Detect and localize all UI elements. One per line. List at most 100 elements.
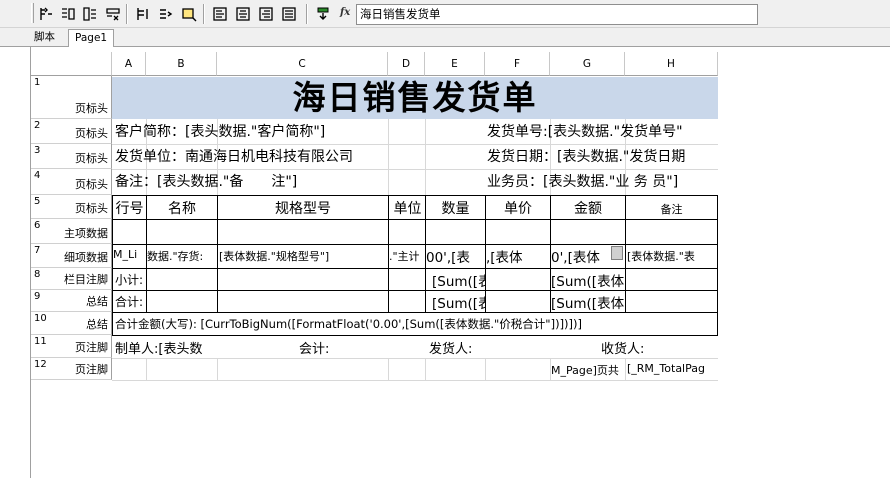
row-header[interactable]: 1 页标头	[31, 76, 112, 119]
row-number: 9	[34, 291, 41, 302]
align-right-icon[interactable]	[256, 4, 276, 24]
row-band-label: 页标头	[75, 127, 108, 140]
row-header[interactable]: 6 主项数据	[31, 219, 112, 244]
col-header-a[interactable]: A	[112, 52, 146, 76]
row-header[interactable]: 5 页标头	[31, 195, 112, 219]
row-header[interactable]: 8 栏目注脚	[31, 268, 112, 290]
toolbar: fx 海日销售发货单	[0, 0, 890, 28]
shipper-field[interactable]: 发货单位：南通海日机电科技有限公司	[115, 147, 353, 167]
row-number: 10	[34, 313, 47, 324]
table-header-line-no[interactable]: 行号	[113, 198, 146, 218]
accountant-label[interactable]: 会计:	[299, 338, 329, 357]
table-border	[112, 268, 718, 269]
col-header-d[interactable]: D	[388, 52, 425, 76]
row-header[interactable]: 4 页标头	[31, 169, 112, 195]
row-number: 12	[34, 359, 47, 370]
tab-page1[interactable]: Page1	[68, 29, 115, 48]
table-header-price[interactable]: 单价	[486, 198, 550, 218]
row-number: 2	[34, 120, 41, 131]
table-header-name[interactable]: 名称	[147, 198, 217, 218]
row-header[interactable]: 11 页注脚	[31, 335, 112, 358]
insert-cells-icon[interactable]	[80, 4, 100, 24]
table-border	[112, 219, 718, 220]
grid-line	[112, 144, 718, 145]
col-header-c[interactable]: C	[217, 52, 388, 76]
fx-icon: fx	[340, 7, 351, 18]
align-left-icon[interactable]	[210, 4, 230, 24]
table-border	[112, 335, 718, 336]
row-number: 7	[34, 245, 41, 256]
tab-bar: 脚本 Page1	[0, 28, 890, 48]
col-header-f[interactable]: F	[485, 52, 550, 76]
insert-column-icon[interactable]	[58, 4, 78, 24]
detail-price[interactable]: ,[表体	[486, 246, 550, 266]
total-label[interactable]: 合计:	[115, 293, 143, 310]
row-header[interactable]: 10 总结	[31, 312, 112, 335]
row-band-label: 页标头	[75, 202, 108, 215]
subtotal-amount[interactable]: [Sum([表体	[551, 270, 625, 290]
col-header-e[interactable]: E	[425, 52, 485, 76]
grid-line	[625, 358, 626, 380]
shipment-number-field[interactable]: 发货单号:[表头数据."发货单号"	[487, 122, 718, 142]
toolbar-separator	[126, 4, 128, 24]
remarks-field[interactable]: 备注：[表头数据."备 注"]	[115, 172, 297, 192]
align-center-icon[interactable]	[233, 4, 253, 24]
grid-line	[112, 169, 718, 170]
table-header-amount[interactable]: 金额	[551, 198, 625, 218]
total-qty[interactable]: [Sum([表	[432, 292, 485, 312]
row-header[interactable]: 9 总结	[31, 290, 112, 312]
row-band-label: 细项数据	[64, 251, 108, 264]
grid-line	[425, 358, 426, 380]
report-title[interactable]: 海日销售发货单	[112, 77, 718, 119]
detail-line-no[interactable]: M_Li	[113, 248, 146, 261]
table-header-spec[interactable]: 规格型号	[218, 198, 388, 218]
tab-script[interactable]: 脚本	[28, 29, 61, 47]
row-number: 3	[34, 145, 41, 156]
toolbar-handle[interactable]	[31, 3, 34, 23]
table-header-unit[interactable]: 单位	[389, 198, 426, 218]
receiver-label[interactable]: 收货人:	[601, 338, 644, 357]
insert-field-icon[interactable]	[313, 4, 333, 24]
grid-line	[217, 358, 218, 380]
row-header[interactable]: 3 页标头	[31, 144, 112, 169]
report-sheet[interactable]: A B C D E F G H 1 页标头 2 页标头 3 页标头 4 页标头 5 页标头…	[31, 52, 718, 381]
detail-remark[interactable]: [表体数据."表	[627, 248, 717, 264]
total-pages-field[interactable]: [_RM_TotalPag	[627, 362, 717, 375]
col-header-b[interactable]: B	[146, 52, 217, 76]
col-header-g[interactable]: G	[550, 52, 625, 76]
table-header-remark[interactable]: 备注	[626, 201, 717, 217]
ship-date-field[interactable]: 发货日期：[表头数据."发货日期	[487, 147, 718, 167]
cell-dropdown-button[interactable]	[611, 246, 623, 260]
detail-item-name[interactable]: 数据."存货:	[147, 248, 217, 264]
total-amount[interactable]: [Sum([表体	[551, 292, 625, 312]
row-header[interactable]: 12 页注脚	[31, 358, 112, 380]
subtotal-label[interactable]: 小计:	[115, 271, 143, 288]
table-border	[112, 312, 718, 313]
page-number-field[interactable]: M_Page]页共	[551, 362, 625, 378]
row-band-label: 页标头	[75, 102, 108, 115]
row-header[interactable]: 7 细项数据	[31, 244, 112, 268]
group-icon[interactable]	[179, 4, 199, 24]
amount-in-words[interactable]: 合计金额(大写): [CurrToBigNum([FormatFloat('0.…	[115, 316, 717, 332]
formula-input[interactable]: 海日销售发货单	[356, 4, 758, 25]
shipper-signature-label[interactable]: 发货人:	[429, 338, 472, 357]
split-cells-icon[interactable]	[156, 4, 176, 24]
prepared-by-field[interactable]: 制单人:[表头数	[115, 338, 217, 357]
table-border	[112, 244, 718, 245]
corner-cell[interactable]	[31, 52, 112, 76]
detail-spec[interactable]: [表体数据."规格型号"]	[219, 248, 388, 264]
detail-unit[interactable]: ."主计	[389, 248, 425, 264]
align-justify-icon[interactable]	[279, 4, 299, 24]
merge-cells-icon[interactable]	[133, 4, 153, 24]
subtotal-qty[interactable]: [Sum([表	[432, 270, 485, 290]
table-header-qty[interactable]: 数量	[426, 198, 485, 218]
insert-row-icon[interactable]	[36, 4, 56, 24]
col-header-h[interactable]: H	[625, 52, 718, 76]
customer-name-field[interactable]: 客户简称：[表头数据."客户简称"]	[115, 122, 325, 142]
detail-qty[interactable]: 00',[表	[426, 246, 485, 266]
row-header[interactable]: 2 页标头	[31, 119, 112, 144]
salesperson-field[interactable]: 业务员：[表头数据."业 务 员"]	[487, 172, 718, 192]
row-number: 5	[34, 196, 41, 207]
toolbar-separator	[306, 4, 308, 24]
delete-cells-icon[interactable]	[103, 4, 123, 24]
